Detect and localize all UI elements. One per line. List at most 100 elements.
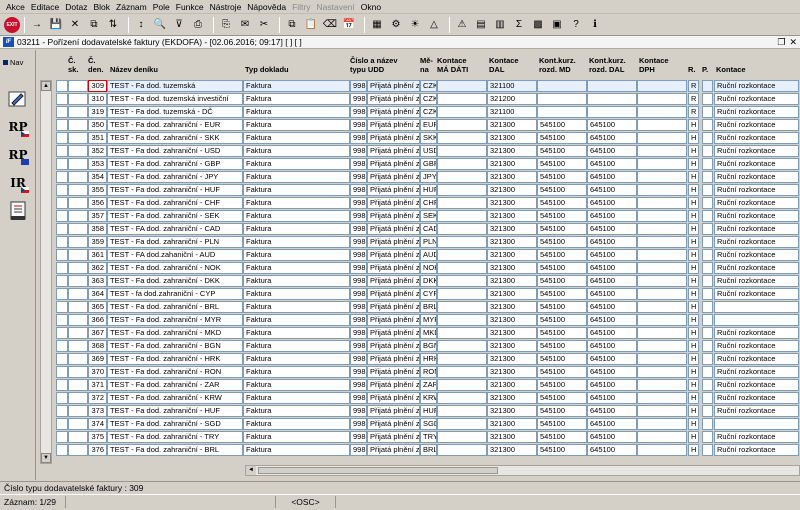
- cell-udd[interactable]: 998: [350, 236, 367, 248]
- table-row[interactable]: 369 TEST - Fa dod. zahraniční - HRK Faktur…: [38, 353, 800, 366]
- cell-mena[interactable]: BGN: [420, 340, 437, 352]
- cell-udd-name[interactable]: Přijatá plnění z: [367, 314, 420, 326]
- cell-den[interactable]: 363: [88, 275, 107, 287]
- cell-dal[interactable]: 321300: [487, 184, 537, 196]
- cell-nazev[interactable]: TEST - FA dod.zahaniční - AUD: [107, 249, 243, 261]
- cell-nazev[interactable]: TEST - Fa dod. zahraniční - HUF: [107, 184, 243, 196]
- cell-c-sk[interactable]: [68, 197, 88, 209]
- cell-udd[interactable]: 998: [350, 106, 367, 118]
- cell-dph[interactable]: [637, 366, 687, 378]
- cell-den[interactable]: 370: [88, 366, 107, 378]
- cell-marker[interactable]: [56, 431, 68, 443]
- cell-udd[interactable]: 998: [350, 223, 367, 235]
- cell-kdal[interactable]: 645100: [587, 418, 637, 430]
- cell-md[interactable]: [437, 301, 487, 313]
- cell-kontace[interactable]: Ruční rozkontace: [714, 340, 799, 352]
- cell-kmd[interactable]: 545100: [537, 353, 587, 365]
- cell-typ[interactable]: Faktura: [243, 444, 350, 456]
- cell-p[interactable]: [702, 145, 713, 157]
- cell-kmd[interactable]: 545100: [537, 184, 587, 196]
- cell-kmd[interactable]: 545100: [537, 301, 587, 313]
- cell-den[interactable]: 362: [88, 262, 107, 274]
- menu-item-nástroje[interactable]: Nástroje: [207, 0, 245, 14]
- cell-r[interactable]: R: [688, 106, 699, 118]
- cell-marker[interactable]: [56, 119, 68, 131]
- cell-c-sk[interactable]: [68, 184, 88, 196]
- cell-dph[interactable]: [637, 93, 687, 105]
- cell-p[interactable]: [702, 80, 713, 92]
- cell-p[interactable]: [702, 444, 713, 456]
- cell-r[interactable]: H: [688, 301, 699, 313]
- cell-kmd[interactable]: 545100: [537, 366, 587, 378]
- scroll-left-icon[interactable]: ◄: [246, 466, 256, 475]
- cell-kdal[interactable]: 645100: [587, 353, 637, 365]
- cell-kmd[interactable]: 545100: [537, 132, 587, 144]
- cell-nazev[interactable]: TEST - Fa dod. zahraniční - SEK: [107, 210, 243, 222]
- cell-nazev[interactable]: TEST - Fa dod. tuzemská - DČ: [107, 106, 243, 118]
- cell-p[interactable]: [702, 314, 713, 326]
- cell-kdal[interactable]: 645100: [587, 379, 637, 391]
- table-row[interactable]: 354 TEST - Fa dod. zahraniční - JPY Faktur…: [38, 171, 800, 184]
- reports-icon[interactable]: ▦: [369, 17, 385, 33]
- cell-udd-name[interactable]: Přijatá plnění z: [367, 392, 420, 404]
- cell-den[interactable]: 376: [88, 444, 107, 456]
- cell-md[interactable]: [437, 379, 487, 391]
- cell-typ[interactable]: Faktura: [243, 275, 350, 287]
- cell-typ[interactable]: Faktura: [243, 223, 350, 235]
- cell-dal[interactable]: 321200: [487, 93, 537, 105]
- cell-kontace[interactable]: Ruční rozkontace: [714, 288, 799, 300]
- cell-nazev[interactable]: TEST - Fa dod. zahraniční - EUR: [107, 119, 243, 131]
- cell-kontace[interactable]: Ruční rozkontace: [714, 223, 799, 235]
- cell-den[interactable]: 367: [88, 327, 107, 339]
- cell-mena[interactable]: TRY: [420, 431, 437, 443]
- cell-md[interactable]: [437, 249, 487, 261]
- cell-kontace[interactable]: Ruční rozkontace: [714, 119, 799, 131]
- cell-marker[interactable]: [56, 301, 68, 313]
- cell-md[interactable]: [437, 444, 487, 456]
- cell-kdal[interactable]: 645100: [587, 366, 637, 378]
- cell-kdal[interactable]: 645100: [587, 431, 637, 443]
- cell-kontace[interactable]: Ruční rozkontace: [714, 210, 799, 222]
- cell-typ[interactable]: Faktura: [243, 80, 350, 92]
- cell-udd-name[interactable]: Přijatá plnění z: [367, 171, 420, 183]
- cell-nazev[interactable]: TEST - Fa dod. zahraniční - BRL: [107, 444, 243, 456]
- cell-mena[interactable]: USD: [420, 145, 437, 157]
- cell-udd[interactable]: 998: [350, 353, 367, 365]
- cell-udd-name[interactable]: Přijatá plnění z: [367, 366, 420, 378]
- menu-item-záznam[interactable]: Záznam: [113, 0, 150, 14]
- cell-md[interactable]: [437, 314, 487, 326]
- cell-kdal[interactable]: 645100: [587, 132, 637, 144]
- cell-marker[interactable]: [56, 418, 68, 430]
- cell-c-sk[interactable]: [68, 262, 88, 274]
- cell-udd[interactable]: 998: [350, 275, 367, 287]
- cell-den[interactable]: 310: [88, 93, 107, 105]
- cell-typ[interactable]: Faktura: [243, 106, 350, 118]
- table-row[interactable]: 375 TEST - Fa dod. zahraniční - TRY Faktur…: [38, 431, 800, 444]
- menu-item-pole[interactable]: Pole: [150, 0, 173, 14]
- cell-dph[interactable]: [637, 106, 687, 118]
- cell-p[interactable]: [702, 132, 713, 144]
- cell-p[interactable]: [702, 158, 713, 170]
- cell-kdal[interactable]: 645100: [587, 210, 637, 222]
- cell-kmd[interactable]: 545100: [537, 431, 587, 443]
- help-icon[interactable]: ?: [568, 17, 584, 33]
- cell-r[interactable]: H: [688, 327, 699, 339]
- table-row[interactable]: 365 TEST - Fa dod. zahraniční - BRL Faktur…: [38, 301, 800, 314]
- cell-dal[interactable]: 321300: [487, 210, 537, 222]
- cell-udd-name[interactable]: Přijatá plnění z: [367, 418, 420, 430]
- cell-den[interactable]: 358: [88, 223, 107, 235]
- cell-udd[interactable]: 998: [350, 379, 367, 391]
- cell-typ[interactable]: Faktura: [243, 340, 350, 352]
- cell-md[interactable]: [437, 405, 487, 417]
- cell-c-sk[interactable]: [68, 106, 88, 118]
- cell-nazev[interactable]: TEST - Fa dod. zahraniční - TRY: [107, 431, 243, 443]
- search-icon[interactable]: 🔍: [152, 17, 168, 33]
- cell-c-sk[interactable]: [68, 340, 88, 352]
- cell-mena[interactable]: CHF: [420, 197, 437, 209]
- cell-mena[interactable]: NOK: [420, 262, 437, 274]
- print-icon[interactable]: ⎙: [190, 17, 206, 33]
- cell-r[interactable]: H: [688, 431, 699, 443]
- cell-kdal[interactable]: 645100: [587, 275, 637, 287]
- cell-den[interactable]: 375: [88, 431, 107, 443]
- cell-den[interactable]: 350: [88, 119, 107, 131]
